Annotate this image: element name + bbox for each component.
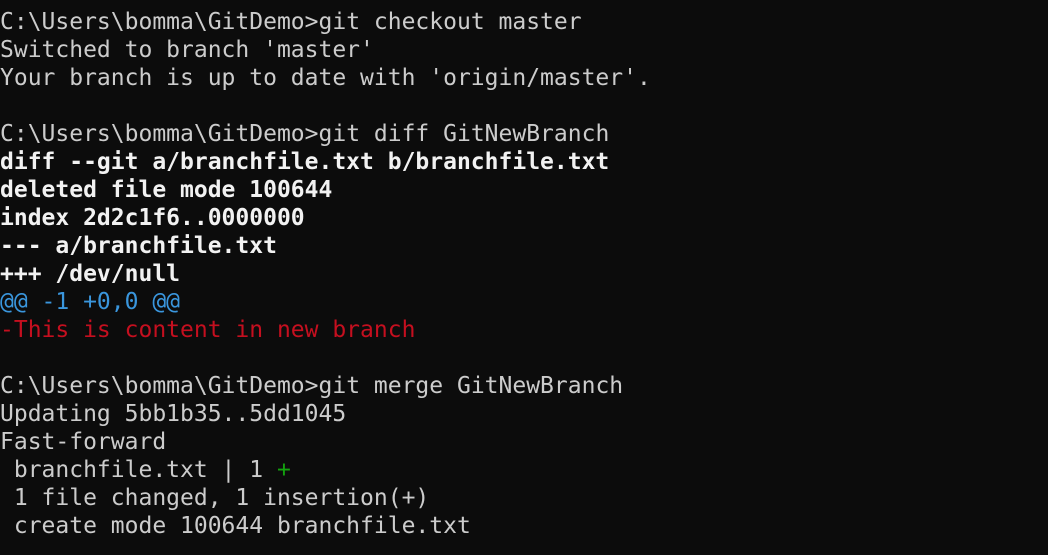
output-line: Fast-forward <box>0 429 167 455</box>
diff-hunk-header: @@ -1 +0,0 @@ <box>0 289 181 315</box>
prompt-path: C:\Users\bomma\GitDemo> <box>0 121 319 147</box>
output-line: 1 file changed, 1 insertion(+) <box>0 485 430 511</box>
diffstat-line: branchfile.txt | 1 + <box>0 456 1048 484</box>
diff-removed-line: -This is content in new branch <box>0 317 416 343</box>
command-text: git checkout master <box>318 9 582 35</box>
prompt-line: C:\Users\bomma\GitDemo>git diff GitNewBr… <box>0 120 1048 148</box>
output-line: create mode 100644 branchfile.txt <box>0 513 471 539</box>
prompt-line: C:\Users\bomma\GitDemo>git merge GitNewB… <box>0 372 1048 400</box>
terminal-window[interactable]: C:\Users\bomma\GitDemo>git checkout mast… <box>0 0 1048 555</box>
diffstat-file: branchfile.txt | 1 <box>0 457 277 483</box>
output-line: Updating 5bb1b35..5dd1045 <box>0 401 347 427</box>
prompt-path: C:\Users\bomma\GitDemo> <box>0 9 319 35</box>
diff-minus-file-line: --- a/branchfile.txt <box>0 233 277 259</box>
command-text: git diff GitNewBranch <box>318 121 610 147</box>
diff-index-line: index 2d2c1f6..0000000 <box>0 205 305 231</box>
output-line: Switched to branch 'master' <box>0 37 374 63</box>
diff-mode-line: deleted file mode 100644 <box>0 177 333 203</box>
diff-header-line: diff --git a/branchfile.txt b/branchfile… <box>0 149 610 175</box>
command-text: git merge GitNewBranch <box>318 373 624 399</box>
prompt-line: C:\Users\bomma\GitDemo>git checkout mast… <box>0 8 1048 36</box>
diff-plus-file-line: +++ /dev/null <box>0 261 181 287</box>
output-line: Your branch is up to date with 'origin/m… <box>0 65 651 91</box>
diffstat-plus-marker: + <box>276 457 291 483</box>
prompt-path: C:\Users\bomma\GitDemo> <box>0 373 319 399</box>
